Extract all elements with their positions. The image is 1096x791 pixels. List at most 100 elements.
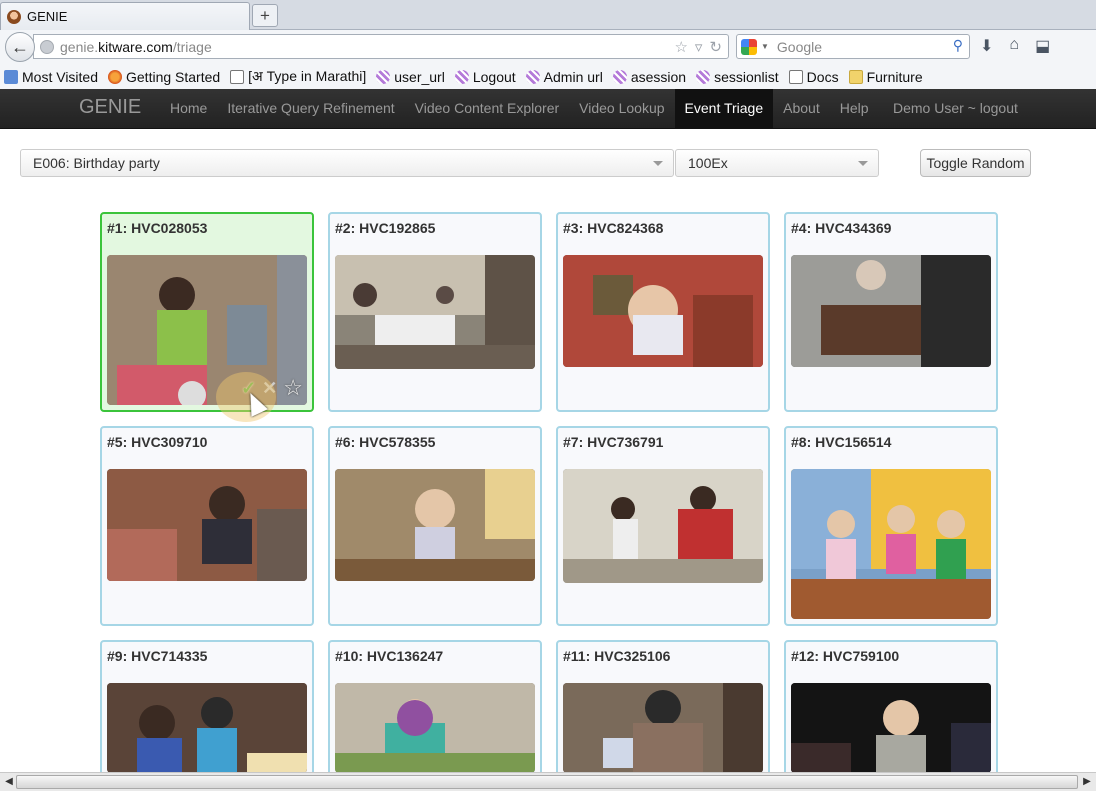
result-card[interactable]: #9: HVC714335 (100, 640, 314, 780)
result-card[interactable]: #5: HVC309710 (100, 426, 314, 626)
browser-tab[interactable]: GENIE (0, 2, 250, 30)
result-card-title: #6: HVC578355 (335, 434, 436, 450)
video-thumbnail[interactable] (563, 255, 763, 367)
video-thumbnail[interactable] (335, 683, 535, 773)
folder-icon (848, 69, 863, 84)
nav-iterative-query-refinement[interactable]: Iterative Query Refinement (217, 89, 404, 129)
pocket-download-icon[interactable]: ⬓ (1035, 36, 1050, 56)
result-card-title: #12: HVC759100 (791, 648, 900, 664)
result-card[interactable]: #2: HVC192865 (328, 212, 542, 412)
url-text: genie.kitware.com/triage (60, 38, 212, 55)
bookmarklet-icon (525, 69, 540, 84)
result-card-title: #2: HVC192865 (335, 220, 436, 236)
event-select[interactable]: E006: Birthday party (20, 149, 674, 177)
bookmark-admin-url[interactable]: Admin url (525, 69, 603, 85)
brand-logo[interactable]: GENIE (79, 96, 141, 119)
result-card[interactable]: #10: HVC136247 (328, 640, 542, 780)
search-magnifier-icon[interactable]: ⚲ (953, 37, 963, 54)
bookmark-getting-started[interactable]: Getting Started (108, 69, 220, 85)
result-card-title: #9: HVC714335 (107, 648, 208, 664)
bookmark-star-icon[interactable]: ☆ (674, 38, 687, 56)
result-card-title: #3: HVC824368 (563, 220, 664, 236)
bookmarklet-icon (696, 69, 711, 84)
page-icon (230, 69, 245, 84)
chevron-down-icon (858, 161, 868, 166)
nav-about[interactable]: About (773, 89, 830, 129)
bookmark-docs[interactable]: Docs (788, 69, 839, 85)
result-card-title: #5: HVC309710 (107, 434, 208, 450)
nav-event-triage[interactable]: Event Triage (674, 89, 774, 129)
scroll-right-icon[interactable]: ▶ (1080, 775, 1094, 789)
browser-tabstrip: GENIE + (0, 0, 1096, 30)
result-card[interactable]: #7: HVC736791 (556, 426, 770, 626)
video-thumbnail[interactable] (563, 683, 763, 773)
result-card[interactable]: #12: HVC759100 (784, 640, 998, 780)
result-card[interactable]: #4: HVC434369 (784, 212, 998, 412)
nav-help[interactable]: Help (830, 89, 879, 129)
result-card-title: #1: HVC028053 (107, 220, 208, 236)
bookmark-most-visited[interactable]: Most Visited (4, 69, 98, 85)
result-card-title: #10: HVC136247 (335, 648, 444, 664)
bookmarklet-icon (376, 69, 391, 84)
page-icon (788, 69, 803, 84)
video-thumbnail[interactable] (791, 255, 991, 367)
video-thumbnail[interactable] (107, 469, 307, 581)
url-bar[interactable]: genie.kitware.com/triage ☆ ▿ ↻ (33, 34, 729, 59)
toggle-random-button[interactable]: Toggle Random (920, 149, 1031, 177)
bookmarklet-icon (454, 69, 469, 84)
bookmark-logout[interactable]: Logout (454, 69, 516, 85)
bookmark-asession[interactable]: asession (612, 69, 686, 85)
user-logout-link[interactable]: Demo User ~ logout (893, 89, 1018, 129)
google-icon[interactable] (741, 38, 757, 55)
app-navbar: GENIE Home Iterative Query Refinement Vi… (0, 89, 1096, 129)
genie-favicon-icon (7, 9, 21, 24)
tab-title: GENIE (27, 9, 68, 24)
result-card[interactable]: #1: HVC028053 ✓ ✕ ☆ (100, 212, 314, 412)
downloads-icon[interactable]: ⬇ (980, 36, 993, 56)
nav-home[interactable]: Home (160, 89, 217, 129)
search-bar[interactable]: ▼ Google ⚲ (736, 34, 970, 59)
result-card[interactable]: #3: HVC824368 (556, 212, 770, 412)
chevron-down-icon (653, 161, 663, 166)
result-card[interactable]: #6: HVC578355 (328, 426, 542, 626)
back-arrow-icon: ← (11, 36, 29, 57)
video-thumbnail[interactable] (335, 469, 535, 581)
most-visited-icon (4, 69, 18, 84)
search-input[interactable]: Google (777, 39, 822, 55)
nav-video-lookup[interactable]: Video Lookup (569, 89, 674, 129)
example-count-select[interactable]: 100Ex (675, 149, 879, 177)
video-thumbnail[interactable] (335, 255, 535, 369)
search-engine-dropdown-icon[interactable]: ▼ (761, 42, 769, 51)
home-icon[interactable]: ⌂ (1009, 36, 1019, 56)
video-thumbnail[interactable] (107, 683, 307, 773)
back-button[interactable]: ← (5, 32, 35, 62)
history-dropdown-icon[interactable]: ▿ (695, 38, 703, 56)
example-count-value: 100Ex (688, 155, 728, 171)
result-card[interactable]: #11: HVC325106 (556, 640, 770, 780)
result-card-title: #7: HVC736791 (563, 434, 664, 450)
bookmark-sessionlist[interactable]: sessionlist (696, 69, 779, 85)
scroll-left-icon[interactable]: ◀ (2, 775, 16, 789)
bookmark-furniture[interactable]: Furniture (848, 69, 923, 85)
result-card[interactable]: #8: HVC156514 (784, 426, 998, 626)
video-thumbnail[interactable] (791, 683, 991, 773)
video-thumbnail[interactable] (563, 469, 763, 583)
bookmark-type-in-marathi[interactable]: [अ Type in Marathi] (230, 67, 366, 86)
bookmarks-bar: Most Visited Getting Started [अ Type in … (0, 64, 1096, 89)
firefox-icon (108, 69, 122, 84)
video-thumbnail[interactable]: ✓ ✕ ☆ (107, 255, 307, 405)
star-icon[interactable]: ☆ (283, 375, 303, 401)
nav-menu: Home Iterative Query Refinement Video Co… (160, 89, 879, 129)
result-card-title: #8: HVC156514 (791, 434, 892, 450)
video-thumbnail[interactable] (791, 469, 991, 619)
scrollbar-thumb[interactable] (16, 775, 1078, 789)
toolbar-icons: ⬇ ⌂ ⬓ (980, 36, 1050, 56)
horizontal-scrollbar[interactable]: ◀ ▶ (0, 772, 1096, 791)
globe-icon (40, 39, 54, 54)
event-select-value: E006: Birthday party (33, 155, 160, 171)
reload-icon[interactable]: ↻ (709, 38, 722, 56)
result-card-title: #4: HVC434369 (791, 220, 892, 236)
nav-video-content-explorer[interactable]: Video Content Explorer (405, 89, 570, 129)
bookmark-user-url[interactable]: user_url (376, 69, 445, 85)
new-tab-button[interactable]: + (252, 4, 278, 27)
